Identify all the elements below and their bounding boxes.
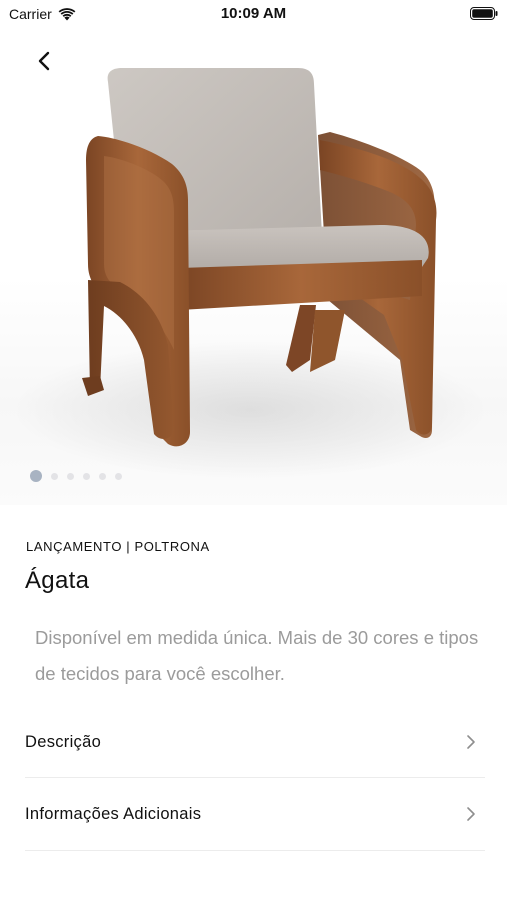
battery-icon [470, 7, 498, 20]
product-title: Ágata [25, 567, 90, 594]
product-gallery[interactable] [0, 0, 507, 505]
pager-dot-5[interactable] [99, 472, 106, 480]
pager-dot-3[interactable] [67, 472, 74, 480]
product-detail-screen: Carrier 10:09 AM LANÇAMENTO | POLTRONA Á… [0, 0, 507, 900]
description-row[interactable]: Descrição [25, 706, 485, 778]
description-row-label: Descrição [25, 732, 102, 751]
product-category: LANÇAMENTO | POLTRONA [26, 539, 210, 554]
row-divider [25, 850, 485, 851]
pager-dot-6[interactable] [115, 472, 122, 480]
chevron-right-icon [467, 807, 475, 821]
additional-info-row-label: Informações Adicionais [25, 804, 202, 823]
gallery-pager[interactable] [30, 470, 122, 482]
product-description: Disponível em medida única. Mais de 30 c… [35, 627, 479, 684]
chevron-right-icon [467, 735, 475, 749]
additional-info-row[interactable]: Informações Adicionais [25, 778, 485, 850]
chevron-left-icon [38, 51, 50, 71]
back-button[interactable] [28, 45, 60, 77]
status-bar: Carrier 10:09 AM [0, 0, 507, 30]
pager-dot-2[interactable] [51, 472, 58, 480]
clock: 10:09 AM [220, 5, 287, 22]
pager-dot-1[interactable] [30, 470, 42, 482]
armchair-image [82, 68, 437, 447]
pager-dot-4[interactable] [83, 472, 90, 480]
